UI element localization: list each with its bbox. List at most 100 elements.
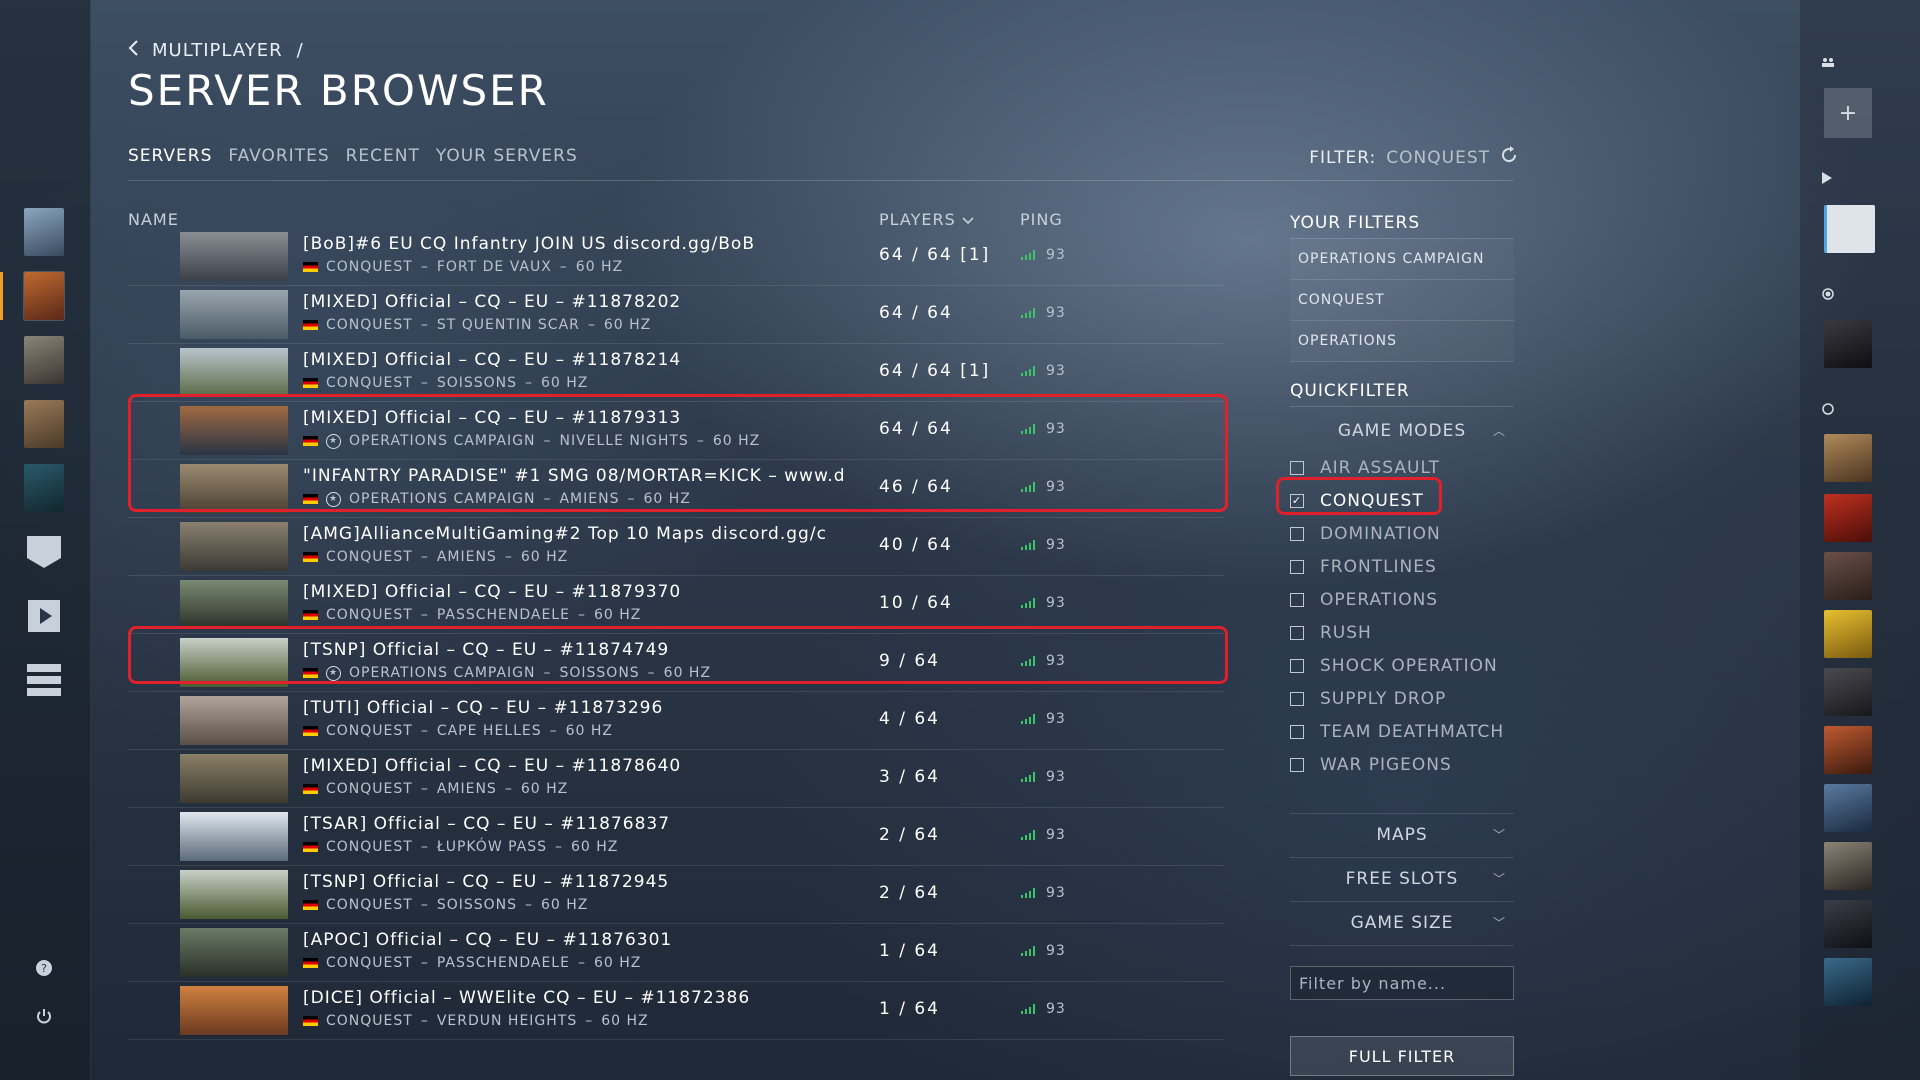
checkbox-icon[interactable] — [1290, 592, 1304, 607]
tab-your-servers[interactable]: YOUR SERVERS — [436, 146, 578, 166]
server-row[interactable]: [TSAR] Official – CQ – EU – #11876837 CON… — [128, 808, 1224, 866]
server-row[interactable]: "INFANTRY PARADISE" #1 SMG 08/MORTAR=KIC… — [128, 460, 1224, 518]
soldier-avatar-1[interactable] — [24, 208, 64, 256]
soldier-avatar-3[interactable] — [24, 336, 64, 384]
list-menu-icon[interactable] — [26, 662, 62, 698]
power-icon[interactable] — [34, 1006, 54, 1026]
detail-separator: – — [543, 433, 552, 449]
tab-favorites[interactable]: FAVORITES — [228, 146, 329, 166]
server-row[interactable]: [AMG]AllianceMultiGaming#2 Top 10 Maps d… — [128, 518, 1224, 576]
game-size-toggle[interactable]: GAME SIZE ﹀ — [1290, 901, 1514, 946]
add-friend-button[interactable]: + — [1824, 88, 1872, 138]
game-mode-option[interactable]: ✓ CONQUEST — [1290, 484, 1514, 517]
ping-signal-icon — [1021, 250, 1035, 260]
server-players: 9 / 64 — [879, 651, 940, 671]
checkbox-icon[interactable] — [1290, 658, 1304, 673]
refresh-icon[interactable] — [1500, 146, 1518, 169]
checkbox-icon[interactable] — [1290, 526, 1304, 541]
friend-avatar-6[interactable] — [1824, 610, 1872, 658]
back-chevron-icon[interactable] — [128, 40, 138, 61]
server-row[interactable]: [MIXED] Official – CQ – EU – #11878214 CO… — [128, 344, 1224, 402]
page-title: SERVER BROWSER — [128, 66, 549, 115]
server-row[interactable]: [BoB]#6 EU CQ Infantry JOIN US discord.g… — [128, 228, 1224, 286]
server-map: ŁUPKÓW PASS — [436, 839, 548, 855]
column-ping-header[interactable]: PING — [1020, 210, 1063, 229]
server-players: 2 / 64 — [879, 825, 940, 845]
server-row[interactable]: [MIXED] Official – CQ – EU – #11878640 CO… — [128, 750, 1224, 808]
full-filter-button[interactable]: FULL FILTER — [1290, 1036, 1514, 1076]
soldier-avatar-2[interactable] — [23, 271, 65, 321]
play-video-icon[interactable] — [26, 598, 62, 634]
friend-avatar-9[interactable] — [1824, 784, 1872, 832]
server-players: 4 / 64 — [879, 709, 940, 729]
germany-flag-icon — [303, 494, 318, 504]
germany-flag-icon — [303, 1016, 318, 1026]
filter-by-name-input[interactable] — [1290, 966, 1514, 1000]
friend-avatar-8[interactable] — [1824, 726, 1872, 774]
tab-recent[interactable]: RECENT — [346, 146, 420, 166]
friend-avatar-11[interactable] — [1824, 900, 1872, 948]
friend-avatar-3[interactable] — [1824, 434, 1872, 482]
friend-avatar-10[interactable] — [1824, 842, 1872, 890]
squad-icon[interactable] — [1822, 56, 1834, 72]
checkbox-icon[interactable] — [1290, 559, 1304, 574]
server-row[interactable]: [DICE] Official – WWElite CQ – EU – #118… — [128, 982, 1224, 1040]
soldier-avatar-4[interactable] — [24, 400, 64, 448]
game-mode-option[interactable]: WAR PIGEONS — [1290, 748, 1514, 781]
maps-toggle[interactable]: MAPS ﹀ — [1290, 813, 1514, 857]
server-row[interactable]: [MIXED] Official – CQ – EU – #11878202 CO… — [128, 286, 1224, 344]
server-tickrate: 60 HZ — [593, 955, 642, 971]
filter-value: CONQUEST — [1386, 147, 1490, 168]
checkbox-icon[interactable] — [1290, 625, 1304, 640]
filter-label: FILTER: — [1309, 147, 1377, 168]
checkbox-icon[interactable] — [1290, 724, 1304, 739]
column-name-header[interactable]: NAME — [128, 210, 179, 229]
column-players-header[interactable]: PLAYERS — [879, 210, 974, 229]
game-mode-option[interactable]: OPERATIONS — [1290, 583, 1514, 616]
checkbox-icon[interactable] — [1290, 691, 1304, 706]
server-ping: 93 — [1046, 1001, 1066, 1017]
server-details: CONQUEST – SOISSONS –60 HZ — [303, 897, 588, 913]
help-icon[interactable]: ? — [34, 958, 54, 978]
server-players: 1 / 64 — [879, 999, 940, 1019]
map-thumbnail — [180, 986, 288, 1035]
game-mode-option[interactable]: FRONTLINES — [1290, 550, 1514, 583]
saved-filter-operations[interactable]: OPERATIONS — [1290, 321, 1514, 362]
checkbox-checked-icon[interactable]: ✓ — [1290, 493, 1304, 508]
server-row[interactable]: [TSNP] Official – CQ – EU – #11872945 CON… — [128, 866, 1224, 924]
game-mode-option[interactable]: RUSH — [1290, 616, 1514, 649]
friend-avatar-1[interactable] — [1824, 205, 1875, 253]
checkbox-icon[interactable] — [1290, 460, 1304, 475]
game-mode-option[interactable]: SHOCK OPERATION — [1290, 649, 1514, 682]
header-divider — [128, 180, 1513, 181]
soldier-avatar-5[interactable] — [24, 464, 64, 512]
chat-icon[interactable] — [26, 534, 62, 570]
free-slots-toggle[interactable]: FREE SLOTS ﹀ — [1290, 857, 1514, 901]
server-ping: 93 — [1046, 247, 1066, 263]
operations-star-icon: ★ — [326, 491, 341, 507]
game-mode-option[interactable]: SUPPLY DROP — [1290, 682, 1514, 715]
server-row[interactable]: [MIXED] Official – CQ – EU – #11879313 ★ O… — [128, 402, 1224, 460]
friend-avatar-5[interactable] — [1824, 552, 1872, 600]
server-row[interactable]: [APOC] Official – CQ – EU – #11876301 CON… — [128, 924, 1224, 982]
detail-separator: – — [504, 781, 513, 797]
saved-filter-conquest[interactable]: CONQUEST — [1290, 280, 1514, 321]
server-row[interactable]: [MIXED] Official – CQ – EU – #11879370 CO… — [128, 576, 1224, 634]
game-mode-option[interactable]: TEAM DEATHMATCH — [1290, 715, 1514, 748]
server-row[interactable]: [TUTI] Official – CQ – EU – #11873296 CON… — [128, 692, 1224, 750]
svg-text:?: ? — [41, 962, 47, 975]
breadcrumb-separator: / — [296, 40, 304, 61]
checkbox-icon[interactable] — [1290, 757, 1304, 772]
game-mode-option[interactable]: AIR ASSAULT — [1290, 451, 1514, 484]
friend-avatar-4[interactable] — [1824, 494, 1872, 542]
game-mode-option[interactable]: DOMINATION — [1290, 517, 1514, 550]
saved-filter-operations-campaign[interactable]: OPERATIONS CAMPAIGN — [1290, 239, 1514, 280]
friend-avatar-12[interactable] — [1824, 958, 1872, 1006]
friend-avatar-2[interactable] — [1824, 320, 1872, 368]
friend-avatar-7[interactable] — [1824, 668, 1872, 716]
tab-servers[interactable]: SERVERS — [128, 146, 212, 166]
breadcrumb-multiplayer[interactable]: MULTIPLAYER — [152, 40, 283, 61]
server-row[interactable]: [TSNP] Official – CQ – EU – #11874749 ★ OP… — [128, 634, 1224, 692]
game-modes-toggle[interactable]: GAME MODES ︿ — [1290, 411, 1514, 451]
ping-signal-icon — [1021, 656, 1035, 666]
